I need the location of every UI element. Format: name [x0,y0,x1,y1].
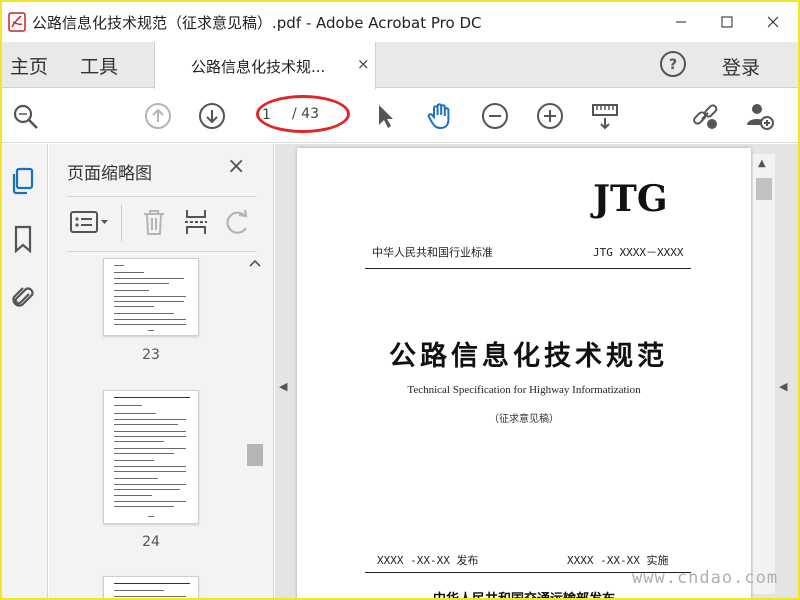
maximize-icon [721,16,733,28]
collapse-left-panel-icon[interactable]: ◀ [279,380,287,393]
draft-note: （征求意见稿） [489,414,559,425]
page-thumbnails-icon[interactable] [8,166,38,196]
header-code: JTG [593,178,668,220]
implement-date: XXXX -XX-XX 实施 [567,554,669,567]
share-link-icon[interactable] [690,101,720,131]
add-user-icon[interactable] [745,101,775,131]
thumbnail-scrollbar[interactable] [245,254,265,598]
tools-tab[interactable]: 工具 [80,52,118,79]
help-button[interactable]: ? [659,50,687,78]
attachment-icon[interactable] [8,282,38,312]
tool-divider [121,205,122,241]
header-rule [365,268,691,269]
select-arrow-icon[interactable] [370,101,400,131]
title-bar: 公路信息化技术规范（征求意见稿）.pdf - Adobe Acrobat Pro… [2,2,798,42]
watermark: www.cndao.com [632,568,779,588]
thumbnail-page-number: 24 [142,534,160,550]
thumbnail-page[interactable] [103,390,199,524]
login-button[interactable]: 登录 [722,53,760,80]
panel-title: 页面缩略图 [67,164,152,184]
help-icon: ? [660,51,686,77]
split-page-icon[interactable] [181,207,211,237]
bookmark-icon[interactable] [8,224,38,254]
standard-number: JTG XXXX－XXXX [593,246,684,259]
hand-icon[interactable] [425,101,455,131]
thumbnail-page[interactable] [103,576,199,598]
toolbar: / 43 [2,89,798,143]
close-window-button[interactable] [750,2,796,42]
scroll-up-icon[interactable]: ▲ [758,158,766,169]
panel-close-button[interactable]: × [227,154,245,179]
thumbnail-page-number: 23 [142,347,160,363]
home-tab[interactable]: 主页 [10,52,48,79]
acrobat-window: 公路信息化技术规范（征求意见稿）.pdf - Adobe Acrobat Pro… [2,2,798,598]
page-thumbnails-panel: 页面缩略图 × 23 24 [49,144,274,598]
zoom-in-icon[interactable] [535,101,565,131]
highlight-ellipse [256,95,350,133]
zoom-out-icon[interactable] [480,101,510,131]
publish-date: XXXX -XX-XX 发布 [377,554,479,567]
document-tab-label: 公路信息化技术规... [191,58,326,76]
page-up-icon[interactable] [143,101,173,131]
collapse-right-panel-icon[interactable]: ◀ [779,380,787,393]
issuer: 中华人民共和国交通运输部发布 [297,588,751,598]
minimize-icon [676,21,686,23]
measure-icon[interactable] [590,101,620,131]
window-title: 公路信息化技术规范（征求意见稿）.pdf - Adobe Acrobat Pro… [32,14,482,32]
document-scrollbar[interactable]: ▲ [753,154,775,594]
english-title: Technical Specification for Highway Info… [407,384,641,396]
acrobat-app-icon [8,12,26,32]
menu-tab-bar: 主页 工具 公路信息化技术规... × ? 登录 [2,42,798,89]
close-icon [767,16,779,28]
search-icon[interactable] [10,101,40,131]
navigation-rail [2,144,48,598]
document-tab[interactable]: 公路信息化技术规... × [154,42,376,89]
scrollbar-thumb[interactable] [756,178,772,200]
thumbnail-page[interactable] [103,258,199,336]
svg-text:?: ? [669,57,677,73]
standard-type: 中华人民共和国行业标准 [372,246,493,259]
document-view: ◀ JTG 中华人民共和国行业标准 JTG XXXX－XXXX 公路信息化技术规… [275,144,798,598]
rotate-icon[interactable] [223,207,253,237]
pdf-page: JTG 中华人民共和国行业标准 JTG XXXX－XXXX 公路信息化技术规范 … [297,148,751,598]
minimize-button[interactable] [658,2,704,42]
document-tab-close-button[interactable]: × [357,55,370,73]
page-down-icon[interactable] [197,101,227,131]
document-title: 公路信息化技术规范 [389,341,668,372]
delete-icon[interactable] [139,207,169,237]
scroll-up-icon[interactable] [245,254,265,274]
scrollbar-thumb[interactable] [247,444,263,466]
maximize-button[interactable] [704,2,750,42]
options-menu-icon[interactable] [69,207,111,237]
thumbnail-toolbar [67,196,257,252]
